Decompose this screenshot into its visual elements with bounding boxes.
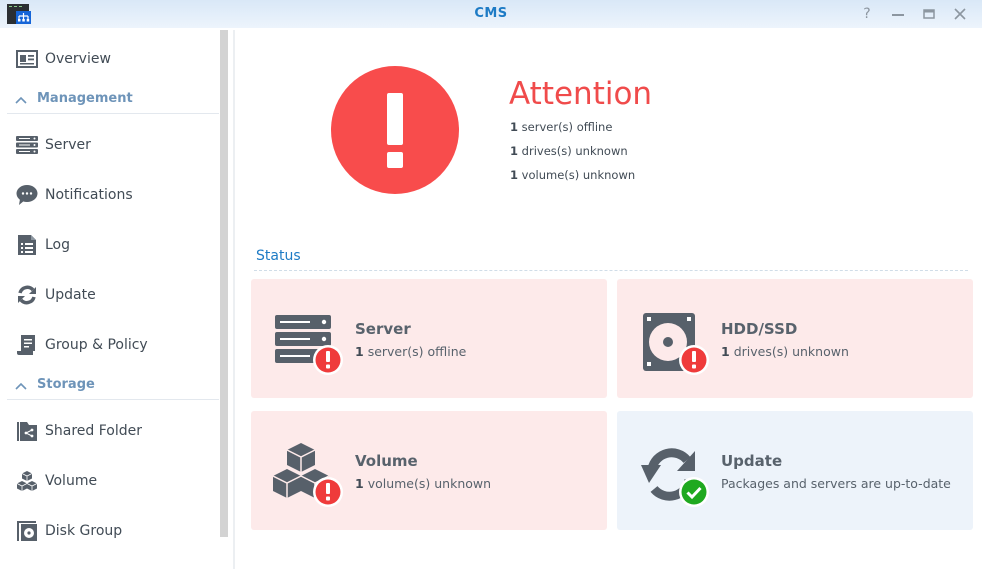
status-divider [254,270,968,271]
status-card-server[interactable]: Server 1 server(s) offline [251,279,607,398]
summary-text: drives(s) unknown [521,144,628,158]
chevron-up-icon [15,382,27,390]
card-description: 1 server(s) offline [355,344,466,359]
section-label: Storage [37,377,95,392]
status-heading: Status [256,248,301,264]
sidebar-item-overview[interactable]: Overview [0,41,220,77]
sidebar-item-label: Shared Folder [45,423,143,439]
sidebar-item-label: Notifications [45,187,133,203]
card-title: Server [355,320,411,338]
cubes-icon [16,471,38,491]
card-text: Packages and servers are up-to-date [721,476,951,491]
refresh-icon [18,285,36,305]
status-card-hdd-ssd[interactable]: HDD/SSD 1 drives(s) unknown [617,279,973,398]
card-description: Packages and servers are up-to-date [721,476,951,491]
title-bar: CMS ? [0,0,982,28]
status-card-update[interactable]: Update Packages and servers are up-to-da… [617,411,973,530]
card-text: volume(s) unknown [367,476,492,491]
section-management[interactable]: Management [7,90,219,114]
error-badge-icon [679,345,709,375]
log-document-icon [18,235,36,255]
section-label: Management [37,91,133,106]
maximize-icon [923,9,935,19]
sidebar-item-label: Disk Group [45,523,123,539]
sidebar-item-label: Server [45,137,91,153]
card-text: server(s) offline [367,344,467,359]
help-button[interactable]: ? [856,4,878,24]
sidebar-item-group-policy[interactable]: Group & Policy [0,327,220,363]
sidebar-item-disk-group[interactable]: Disk Group [0,513,220,549]
error-badge-icon [313,345,343,375]
card-title: Volume [355,452,418,470]
server-icon [16,136,38,154]
volume-status-icon [273,443,343,507]
sidebar-item-update[interactable]: Update [0,277,220,313]
card-title: Update [721,452,783,470]
sidebar-item-label: Log [45,237,71,253]
card-count: 1 [721,344,730,359]
summary-text: server(s) offline [521,120,613,134]
maximize-button[interactable] [918,4,940,24]
disk-group-icon [17,521,37,541]
summary-count: 1 [510,144,519,158]
sidebar-scrollbar[interactable] [220,30,228,537]
card-count: 1 [355,476,364,491]
chevron-up-icon [15,96,27,104]
attention-alert-icon [331,66,459,194]
summary-line-drives: 1 drives(s) unknown [510,144,628,158]
chat-bubble-icon [16,185,38,205]
close-button[interactable] [949,4,971,24]
section-storage[interactable]: Storage [7,376,219,400]
error-badge-icon [313,477,343,507]
card-description: 1 volume(s) unknown [355,476,491,491]
sidebar-divider [233,30,235,569]
shared-folder-icon [17,422,37,441]
attention-title: Attention [509,76,653,112]
summary-count: 1 [510,168,519,182]
minimize-button[interactable] [887,4,909,24]
sidebar-item-volume[interactable]: Volume [0,463,220,499]
summary-text: volume(s) unknown [521,168,636,182]
minimize-icon [892,14,904,16]
window-title: CMS [474,6,508,21]
sidebar-item-server[interactable]: Server [0,127,220,163]
card-description: 1 drives(s) unknown [721,344,849,359]
card-count: 1 [355,344,364,359]
policy-scroll-icon [17,335,35,355]
sidebar-item-label: Overview [45,51,111,67]
check-badge-icon [679,477,709,507]
help-icon: ? [863,6,871,22]
sidebar-item-shared-folder[interactable]: Shared Folder [0,413,220,449]
overview-icon [16,50,38,68]
card-text: drives(s) unknown [733,344,849,359]
update-status-icon [641,448,709,507]
summary-count: 1 [510,120,519,134]
sidebar-item-notifications[interactable]: Notifications [0,177,220,213]
sidebar-item-log[interactable]: Log [0,227,220,263]
sidebar-item-label: Group & Policy [45,337,148,353]
card-title: HDD/SSD [721,320,798,338]
summary-line-volumes: 1 volume(s) unknown [510,168,635,182]
status-card-volume[interactable]: Volume 1 volume(s) unknown [251,411,607,530]
sidebar-item-label: Volume [45,473,98,489]
server-status-icon [275,315,343,375]
sidebar: Overview Management Server Notifications… [0,28,220,569]
hdd-status-icon [643,313,709,375]
close-icon [954,8,966,20]
sidebar-item-label: Update [45,287,96,303]
summary-line-servers: 1 server(s) offline [510,120,612,134]
